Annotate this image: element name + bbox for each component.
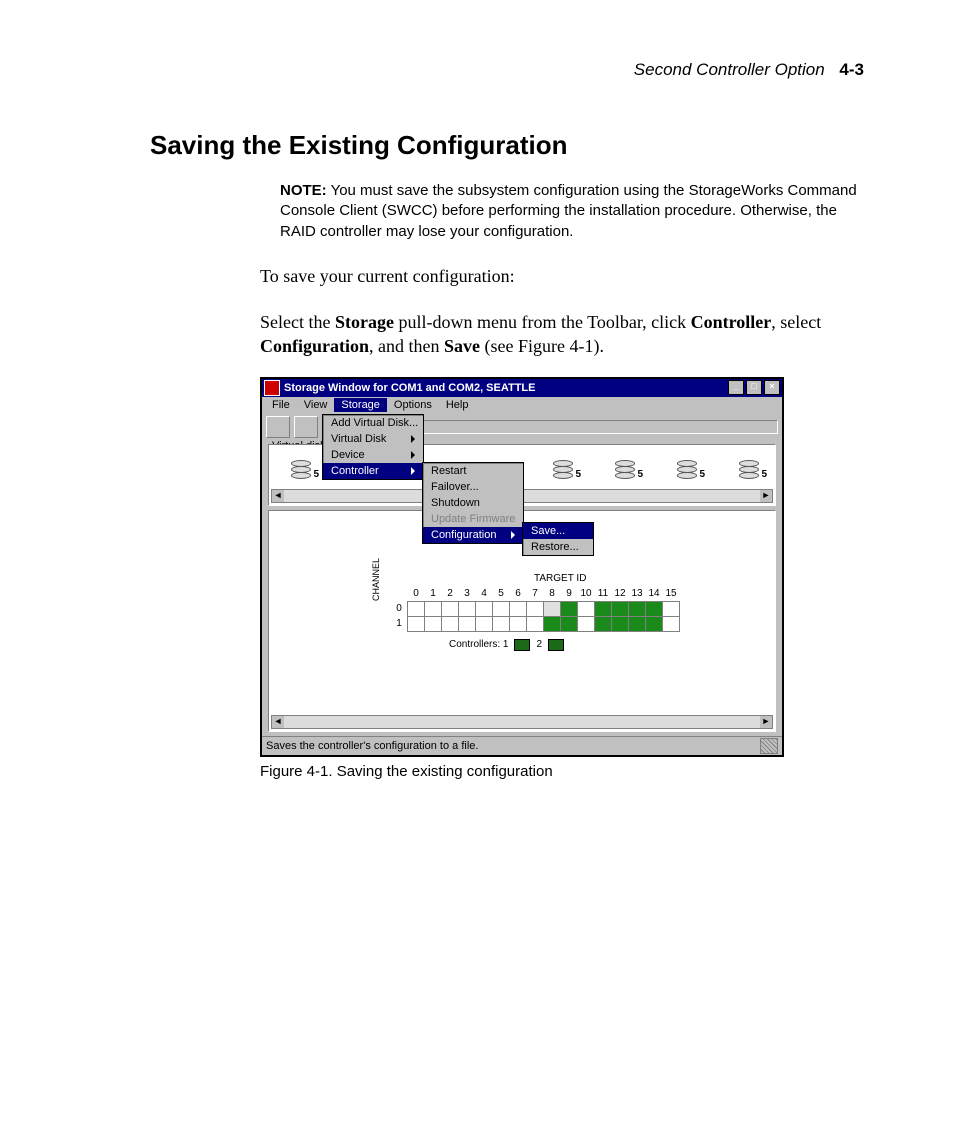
note-block: NOTE: You must save the subsystem config… xyxy=(280,181,864,242)
section-name: Second Controller Option xyxy=(634,60,825,79)
controllers-line: Controllers: 1 2 xyxy=(449,639,564,651)
scroll-left-arrow[interactable]: ◄ xyxy=(272,490,284,502)
maximize-button[interactable]: □ xyxy=(746,380,762,395)
statusbar-text: Saves the controller's configuration to … xyxy=(266,740,478,752)
device-cell[interactable] xyxy=(646,601,663,616)
virtual-disk-icon[interactable]: 5 xyxy=(677,460,699,478)
virtual-disk-icon[interactable]: 5 xyxy=(291,460,313,478)
scroll-left-arrow[interactable]: ◄ xyxy=(272,716,284,728)
device-cell[interactable] xyxy=(629,601,646,616)
menu-shutdown[interactable]: Shutdown xyxy=(423,495,523,511)
menu-file[interactable]: File xyxy=(265,398,297,412)
menu-update-firmware[interactable]: Update Firmware xyxy=(423,511,523,527)
menu-save[interactable]: Save... xyxy=(523,523,593,539)
note-text: You must save the subsystem configuratio… xyxy=(280,182,857,240)
running-header: Second Controller Option 4-3 xyxy=(634,60,864,80)
intro-paragraph: To save your current configuration: xyxy=(260,264,864,288)
virtual-disk-icon[interactable]: 5 xyxy=(553,460,575,478)
note-label: NOTE: xyxy=(280,182,327,199)
controller-chip-icon[interactable] xyxy=(548,639,564,651)
device-cell[interactable] xyxy=(544,601,561,616)
channel-label: CHANNEL xyxy=(371,558,381,601)
storage-window-app: Storage Window for COM1 and COM2, SEATTL… xyxy=(260,377,784,757)
device-grid: 0 1 2 3 4 5 6 7 8 9 10 11 12 13 xyxy=(391,587,680,632)
menu-add-virtual-disk[interactable]: Add Virtual Disk... xyxy=(323,415,423,431)
menu-restore[interactable]: Restore... xyxy=(523,539,593,555)
scroll-right-arrow[interactable]: ► xyxy=(760,490,772,502)
menu-view[interactable]: View xyxy=(297,398,335,412)
device-cell[interactable] xyxy=(646,616,663,631)
device-cell[interactable] xyxy=(612,601,629,616)
target-id-label: TARGET ID xyxy=(534,573,586,584)
menu-options[interactable]: Options xyxy=(387,398,439,412)
menu-device[interactable]: Device xyxy=(323,447,423,463)
device-cell[interactable] xyxy=(629,616,646,631)
section-heading: Saving the Existing Configuration xyxy=(150,130,864,161)
menu-help[interactable]: Help xyxy=(439,398,476,412)
titlebar[interactable]: Storage Window for COM1 and COM2, SEATTL… xyxy=(262,379,782,397)
app-icon xyxy=(264,380,280,396)
menu-configuration[interactable]: Configuration xyxy=(423,527,523,543)
menu-storage[interactable]: Storage xyxy=(334,398,387,412)
controller-chip-icon[interactable] xyxy=(514,639,530,651)
close-button[interactable]: × xyxy=(764,380,780,395)
menu-controller[interactable]: Controller xyxy=(323,463,423,479)
virtual-disk-icon[interactable]: 5 xyxy=(739,460,761,478)
device-cell[interactable] xyxy=(612,616,629,631)
window-title: Storage Window for COM1 and COM2, SEATTL… xyxy=(284,382,728,394)
statusbar: Saves the controller's configuration to … xyxy=(262,736,782,755)
figure-caption: Figure 4-1. Saving the existing configur… xyxy=(260,763,864,780)
menubar: File View Storage Options Help xyxy=(262,397,782,414)
page-number: 4-3 xyxy=(839,60,864,79)
menu-restart[interactable]: Restart xyxy=(423,463,523,479)
device-cell[interactable] xyxy=(595,616,612,631)
toolbar-button-2[interactable] xyxy=(294,416,318,438)
horizontal-scrollbar[interactable]: ◄ ► xyxy=(271,715,773,729)
resize-grip-icon[interactable] xyxy=(760,738,778,754)
scroll-right-arrow[interactable]: ► xyxy=(760,716,772,728)
toolbar-button-1[interactable] xyxy=(266,416,290,438)
controller-submenu: Restart Failover... Shutdown Update Firm… xyxy=(422,462,524,544)
configuration-submenu: Save... Restore... xyxy=(522,522,594,556)
menu-virtual-disk[interactable]: Virtual Disk xyxy=(323,431,423,447)
device-cell[interactable] xyxy=(561,616,578,631)
menu-failover[interactable]: Failover... xyxy=(423,479,523,495)
device-cell[interactable] xyxy=(595,601,612,616)
storage-dropdown: Add Virtual Disk... Virtual Disk Device … xyxy=(322,414,424,480)
device-cell[interactable] xyxy=(561,601,578,616)
device-cell[interactable] xyxy=(544,616,561,631)
minimize-button[interactable]: _ xyxy=(728,380,744,395)
instruction-paragraph: Select the Storage pull-down menu from t… xyxy=(260,310,864,359)
virtual-disk-icon[interactable]: 5 xyxy=(615,460,637,478)
